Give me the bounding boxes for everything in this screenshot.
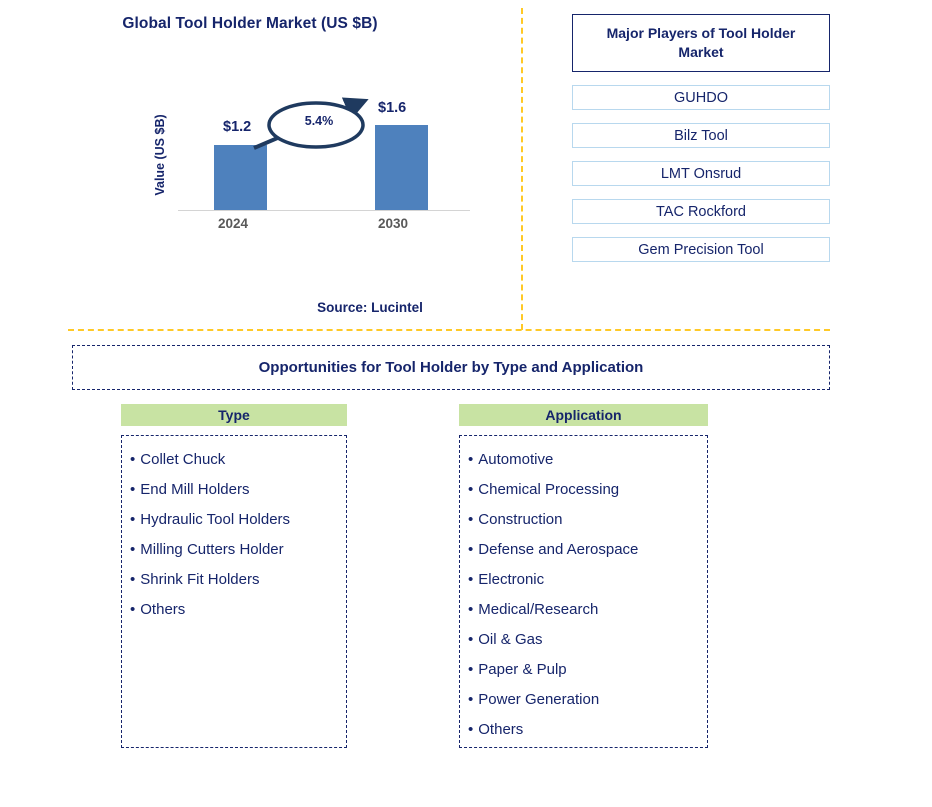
list-item: Paper & Pulp — [468, 655, 707, 685]
list-item: Defense and Aerospace — [468, 535, 707, 565]
list-item: Power Generation — [468, 685, 707, 715]
type-column-header: Type — [121, 404, 347, 426]
vertical-dashed-divider — [521, 8, 523, 330]
list-item: Others — [130, 595, 346, 625]
player-item[interactable]: TAC Rockford — [572, 199, 830, 224]
list-item: End Mill Holders — [130, 475, 346, 505]
major-players-header: Major Players of Tool Holder Market — [572, 14, 830, 72]
list-item: Hydraulic Tool Holders — [130, 505, 346, 535]
chart-axis-baseline — [178, 210, 470, 211]
list-item: Shrink Fit Holders — [130, 565, 346, 595]
list-item: Others — [468, 715, 707, 745]
list-item: Chemical Processing — [468, 475, 707, 505]
market-chart-panel: Global Tool Holder Market (US $B) Value … — [0, 0, 520, 330]
player-item[interactable]: GUHDO — [572, 85, 830, 110]
opportunities-banner: Opportunities for Tool Holder by Type an… — [72, 345, 830, 390]
list-item: Oil & Gas — [468, 625, 707, 655]
application-column-box: Automotive Chemical Processing Construct… — [459, 435, 708, 748]
chart-title: Global Tool Holder Market (US $B) — [122, 15, 378, 32]
list-item: Collet Chuck — [130, 445, 346, 475]
list-item: Electronic — [468, 565, 707, 595]
cagr-value-label: 5.4% — [304, 114, 334, 128]
bar-value-label-2024: $1.2 — [223, 119, 252, 135]
x-axis-tick-2024: 2024 — [218, 216, 249, 231]
major-players-panel: Major Players of Tool Holder Market GUHD… — [572, 14, 830, 262]
application-list: Automotive Chemical Processing Construct… — [468, 445, 707, 745]
player-item[interactable]: Bilz Tool — [572, 123, 830, 148]
list-item: Medical/Research — [468, 595, 707, 625]
list-item: Automotive — [468, 445, 707, 475]
player-item[interactable]: LMT Onsrud — [572, 161, 830, 186]
type-column-box: Collet Chuck End Mill Holders Hydraulic … — [121, 435, 347, 748]
x-axis-tick-2030: 2030 — [378, 216, 409, 231]
chart-y-axis-label: Value (US $B) — [153, 114, 167, 196]
source-note: Source: Lucintel — [317, 300, 423, 315]
type-list: Collet Chuck End Mill Holders Hydraulic … — [130, 445, 346, 625]
list-item: Milling Cutters Holder — [130, 535, 346, 565]
list-item: Construction — [468, 505, 707, 535]
application-column-header: Application — [459, 404, 708, 426]
player-item[interactable]: Gem Precision Tool — [572, 237, 830, 262]
